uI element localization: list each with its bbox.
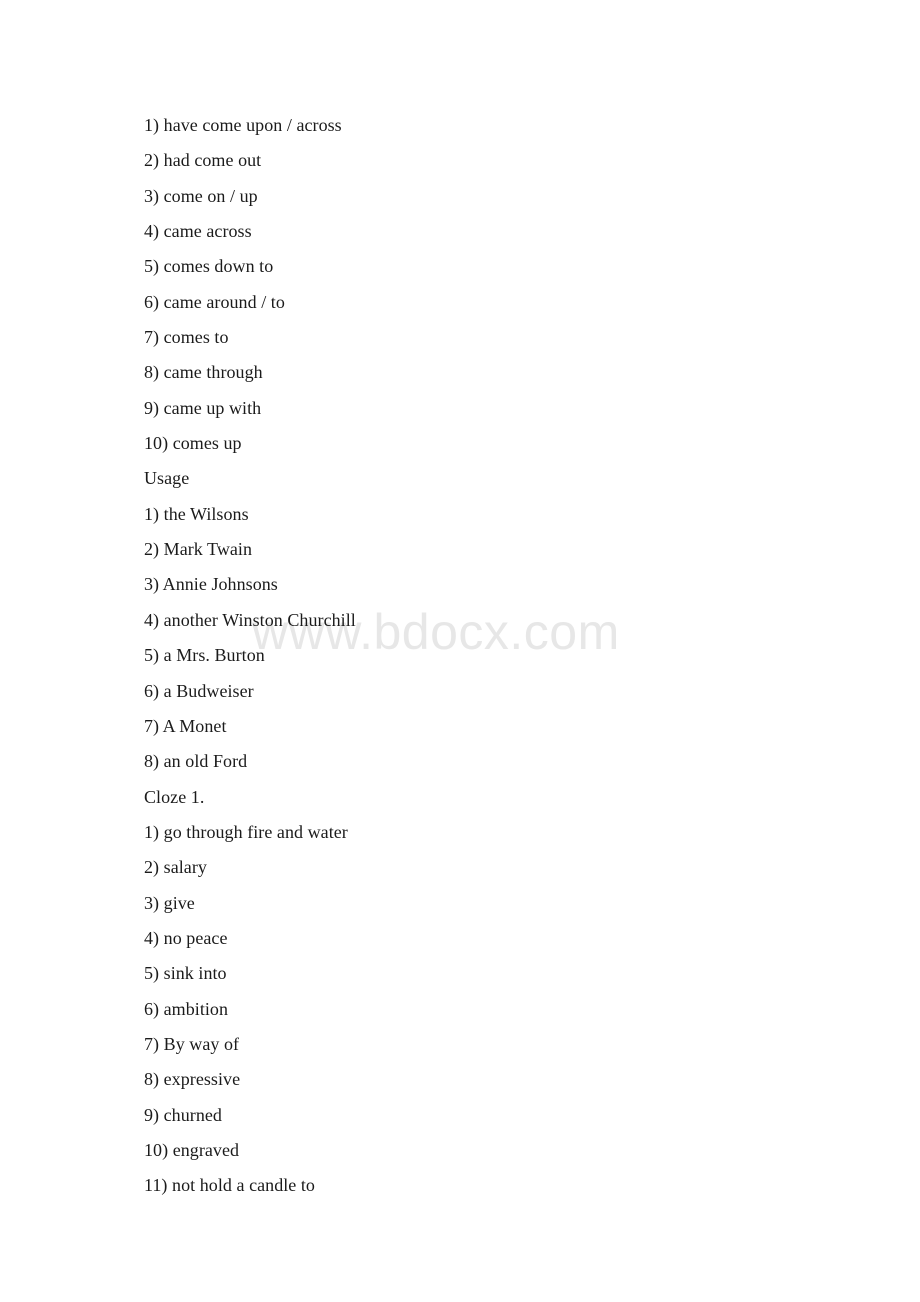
document-line: 8) expressive: [144, 1069, 241, 1090]
document-line: 9) churned: [144, 1104, 222, 1125]
document-page: www.bdocx.com 1) have come upon / across…: [0, 0, 920, 1302]
document-line: 6) ambition: [144, 998, 229, 1019]
document-line: 5) comes down to: [144, 256, 274, 277]
document-line: 2) had come out: [144, 150, 262, 171]
document-line: 1) the Wilsons: [144, 503, 249, 524]
document-line: 2) Mark Twain: [144, 539, 253, 560]
document-line: 4) another Winston Churchill: [144, 609, 356, 630]
document-line: 6) a Budweiser: [144, 680, 254, 701]
document-line: 7) A Monet: [144, 715, 227, 736]
document-line: 4) no peace: [144, 927, 228, 948]
document-line: 3) come on / up: [144, 185, 258, 206]
document-line: 1) have come upon / across: [144, 115, 342, 135]
document-line: 7) By way of: [144, 1033, 240, 1054]
document-line: 5) sink into: [144, 963, 227, 984]
document-line: 2) salary: [144, 857, 207, 878]
document-line: 3) give: [144, 892, 195, 913]
document-line: 10) engraved: [144, 1139, 240, 1160]
document-line: 10) comes up: [144, 433, 242, 454]
document-line: 7) comes to: [144, 327, 229, 348]
document-body: 1) have come upon / across 2) had come o…: [144, 108, 844, 1204]
document-line: 9) came up with: [144, 397, 262, 418]
document-line: 1) go through fire and water: [144, 821, 348, 842]
document-section-heading: Cloze 1.: [144, 786, 205, 807]
document-section-heading: Usage: [144, 468, 190, 489]
document-line: 8) came through: [144, 362, 263, 383]
document-line: 5) a Mrs. Burton: [144, 645, 265, 666]
document-line: 4) came across: [144, 221, 252, 242]
document-line: 8) an old Ford: [144, 751, 248, 772]
document-line: 3) Annie Johnsons: [144, 574, 278, 595]
document-line: 6) came around / to: [144, 291, 285, 312]
document-line: 11) not hold a candle to: [144, 1175, 315, 1196]
